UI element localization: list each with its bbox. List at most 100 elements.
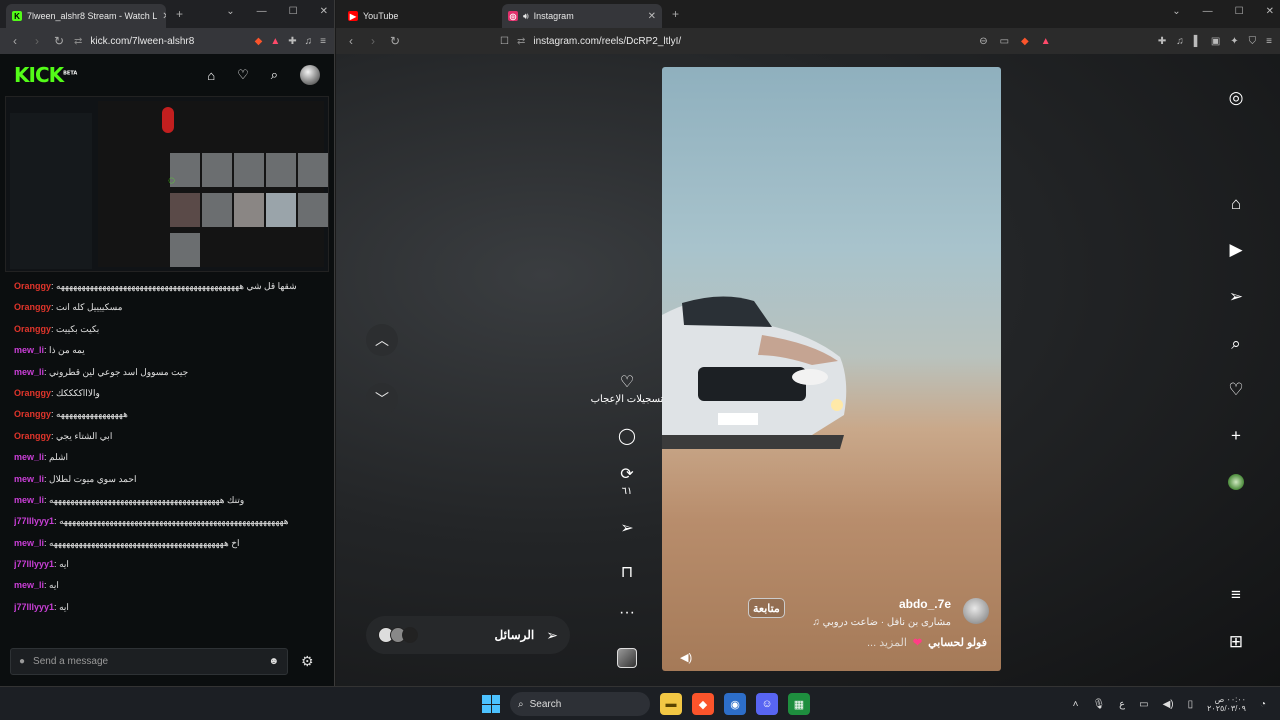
close-icon[interactable]: ✕	[162, 11, 166, 22]
new-tab-button[interactable]: +	[176, 7, 183, 21]
leo-icon[interactable]: ✦	[1230, 36, 1238, 47]
volume-icon[interactable]: ◀)	[1163, 699, 1174, 710]
like-button[interactable]: ♡ تسجيلات الإعجاب	[586, 372, 668, 405]
chevron-down-icon[interactable]: ⌄	[1172, 6, 1180, 17]
app-icon[interactable]: ◉	[724, 693, 746, 715]
network-icon[interactable]: ▭	[1139, 699, 1148, 710]
tab-instagram[interactable]: ◎ 🔊︎ Instagram ✕	[502, 4, 662, 28]
share-button[interactable]: ➢	[586, 518, 668, 538]
discord-icon[interactable]: ☺	[756, 693, 778, 715]
save-button[interactable]: ⊓	[586, 562, 668, 582]
forward-button[interactable]: ›	[30, 34, 44, 48]
minimize-button[interactable]: —	[1203, 6, 1213, 17]
stream-video[interactable]: ◌	[5, 96, 329, 272]
maximize-button[interactable]: ☐	[1235, 6, 1244, 17]
kick-logo[interactable]: KICKBETA	[14, 63, 77, 87]
media-icon[interactable]: ♫	[305, 36, 313, 47]
chat-username[interactable]: Oranggy	[14, 281, 51, 291]
tab-youtube[interactable]: ▶ YouTube	[342, 4, 502, 28]
notifications-icon[interactable]: ◔	[1260, 699, 1266, 710]
file-explorer-icon[interactable]: ▬	[660, 693, 682, 715]
home-icon[interactable]: ⌂	[1216, 194, 1256, 214]
messages-icon[interactable]: ➢	[1216, 287, 1256, 307]
tab-kick[interactable]: K 7lween_alshr8 Stream - Watch L ✕	[6, 4, 166, 28]
brave-icon[interactable]: ◆	[692, 693, 714, 715]
brave-rewards-icon[interactable]: ▲	[1041, 36, 1051, 47]
zoom-icon[interactable]: ⊖	[979, 36, 987, 47]
previous-reel-button[interactable]: ︿	[366, 324, 398, 356]
microphone-icon[interactable]: 🎙︎	[1092, 699, 1105, 710]
maximize-button[interactable]: ☐	[289, 6, 298, 17]
minimize-button[interactable]: —	[257, 6, 267, 17]
chevron-down-icon[interactable]: ⌄	[226, 6, 234, 17]
instagram-logo-icon[interactable]: ◎	[1216, 88, 1256, 108]
battery-icon[interactable]: ▯	[1188, 699, 1194, 710]
profile-avatar[interactable]	[1216, 474, 1256, 495]
chat-username[interactable]: Oranggy	[14, 302, 51, 312]
wallet-icon[interactable]: ▣	[1211, 36, 1220, 47]
brave-shield-icon[interactable]: ◆	[1021, 36, 1029, 47]
follow-button[interactable]: متابعة	[748, 598, 785, 618]
language-indicator[interactable]: ع	[1119, 699, 1125, 710]
music-label[interactable]: ♫ مشارى بن نافل · ضاعت دروبي	[812, 617, 951, 628]
repost-button[interactable]: ⟳ ٦١	[586, 464, 668, 497]
site-info-icon[interactable]: ⇄	[74, 36, 82, 47]
more-link[interactable]: ... المزيد	[867, 636, 907, 649]
chat-username[interactable]: mew_li	[14, 538, 44, 548]
new-tab-button[interactable]: +	[672, 7, 679, 21]
back-button[interactable]: ‹	[8, 34, 22, 48]
menu-icon[interactable]: ≡	[320, 36, 326, 47]
reload-button[interactable]: ↻	[52, 34, 66, 48]
chat-username[interactable]: Oranggy	[14, 409, 51, 419]
next-reel-button[interactable]: ﹀	[366, 383, 398, 415]
create-icon[interactable]: +	[1216, 426, 1256, 446]
messages-button[interactable]: الرسائل ➢	[366, 616, 570, 654]
chat-username[interactable]: Oranggy	[14, 324, 51, 334]
menu-icon[interactable]: ≡	[1266, 36, 1272, 47]
close-icon[interactable]: ✕	[648, 11, 656, 22]
gift-icon[interactable]: ⌂	[207, 68, 215, 83]
sidebar-icon[interactable]: ▌	[1194, 36, 1201, 47]
reload-button[interactable]: ↻	[388, 34, 402, 48]
chat-username[interactable]: mew_li	[14, 495, 44, 505]
chat-settings-button[interactable]: ⚙	[301, 653, 314, 670]
chat-username[interactable]: Oranggy	[14, 388, 51, 398]
chat-username[interactable]: mew_li	[14, 367, 44, 377]
volume-icon[interactable]: ◀)	[680, 651, 692, 664]
media-icon[interactable]: ♫	[1176, 36, 1184, 47]
tray-chevron-icon[interactable]: ˄	[1073, 699, 1079, 710]
chat-username[interactable]: mew_li	[14, 580, 44, 590]
cast-icon[interactable]: ▭	[1000, 36, 1009, 47]
close-window-button[interactable]: ✕	[1266, 6, 1274, 17]
extensions-icon[interactable]: ✚	[288, 36, 296, 47]
windows-start-icon[interactable]	[482, 695, 500, 713]
search-icon[interactable]: ⌕	[1216, 334, 1256, 354]
chat-username[interactable]: j77lllyyy1	[14, 559, 54, 569]
also-from-meta-icon[interactable]: ⊞	[1216, 632, 1256, 652]
vpn-icon[interactable]: ⛉	[1249, 36, 1257, 47]
clock[interactable]: ٠٠:٠٠ ص ٢٠٢٥/٠٣/٠٩	[1207, 695, 1246, 713]
audio-thumbnail[interactable]	[617, 648, 637, 668]
url-field[interactable]: kick.com/7lween-alshr8	[90, 36, 194, 47]
brave-shield-icon[interactable]: ◆	[255, 36, 263, 47]
menu-icon[interactable]: ≡	[1216, 585, 1256, 605]
comment-button[interactable]: ◯	[586, 426, 668, 446]
back-button[interactable]: ‹	[344, 34, 358, 48]
chat-input[interactable]: ● Send a message ☻	[10, 648, 288, 675]
avatar[interactable]	[963, 598, 989, 624]
url-field[interactable]: instagram.com/reels/DcRP2_ltlyI/	[533, 36, 681, 47]
close-window-button[interactable]: ✕	[320, 6, 328, 17]
chat-username[interactable]: j77lllyyy1	[14, 516, 54, 526]
emoji-icon[interactable]: ☻	[268, 656, 279, 667]
bookmark-icon[interactable]: ☐	[500, 36, 509, 47]
chat-username[interactable]: j77lllyyy1	[14, 602, 54, 612]
chat-username[interactable]: Oranggy	[14, 431, 51, 441]
reel-username[interactable]: abdo_.7e	[899, 597, 951, 611]
brave-rewards-icon[interactable]: ▲	[270, 36, 280, 47]
site-info-icon[interactable]: ⇄	[517, 36, 525, 47]
avatar[interactable]	[300, 65, 320, 85]
chat-username[interactable]: mew_li	[14, 452, 44, 462]
forward-button[interactable]: ›	[366, 34, 380, 48]
more-options-button[interactable]: ···	[586, 604, 668, 622]
notifications-heart-icon[interactable]: ♡	[1216, 380, 1256, 400]
